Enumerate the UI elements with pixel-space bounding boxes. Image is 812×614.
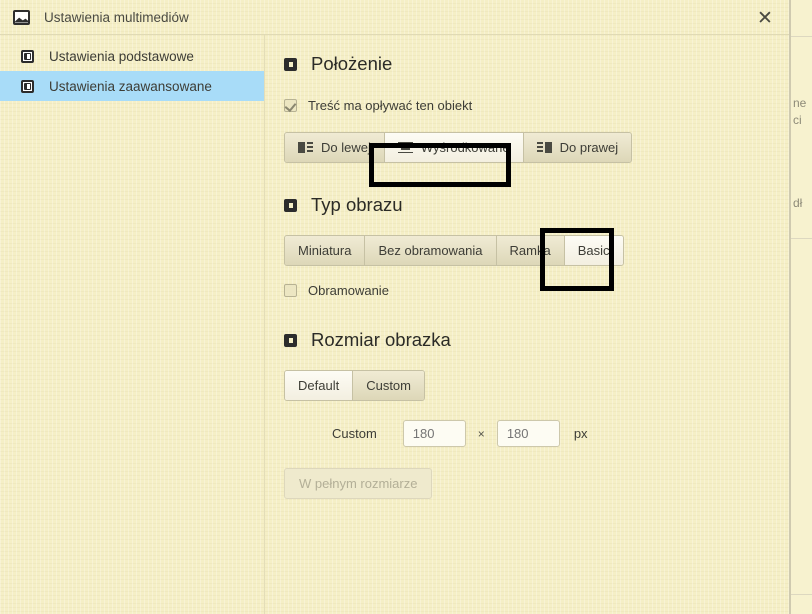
image-type-frame-label: Ramka	[509, 243, 551, 258]
wrap-text-label: Treść ma opływać ten obiekt	[308, 98, 473, 113]
section-square-icon	[284, 198, 297, 212]
size-mode-default-button[interactable]: Default	[285, 371, 354, 400]
height-input[interactable]	[496, 420, 560, 447]
media-settings-dialog: Ustawienia multimediów ✕ Ustawienia pods…	[0, 0, 790, 614]
align-left-button[interactable]: Do lewej	[285, 133, 385, 162]
align-center-icon	[397, 142, 413, 153]
section-header-image-size: Rozmiar obrazka	[284, 329, 789, 351]
settings-sidebar: Ustawienia podstawowe Ustawienia zaawans…	[0, 35, 265, 614]
bg-text-fragment: ne	[793, 96, 807, 110]
bg-divider	[791, 36, 812, 37]
panel-icon	[21, 79, 34, 93]
image-icon	[13, 9, 30, 25]
image-type-button-group: Miniatura Bez obramowania Ramka Basic	[284, 235, 624, 266]
image-type-frame-button[interactable]: Ramka	[496, 236, 565, 265]
alignment-button-group: Do lewej Wyśrodkowane Do prawej	[284, 132, 633, 163]
section-header-image-type: Typ obrazu	[284, 194, 789, 216]
align-left-label: Do lewej	[321, 140, 371, 155]
background-page: ne ci dł	[790, 0, 812, 614]
sidebar-item-label: Ustawienia zaawansowane	[49, 78, 212, 94]
section-square-icon	[284, 333, 297, 347]
image-type-thumbnail-label: Miniatura	[298, 243, 352, 258]
wrap-text-checkbox[interactable]	[284, 99, 297, 112]
alignment-button-group-wrapper: Do lewej Wyśrodkowane Do prawej	[284, 132, 789, 163]
size-unit-label: px	[573, 426, 588, 441]
size-mode-custom-button[interactable]: Custom	[353, 371, 424, 400]
bg-text-fragment: ci	[793, 113, 802, 127]
sidebar-item-label: Ustawienia podstawowe	[49, 48, 194, 64]
section-title: Położenie	[311, 53, 393, 74]
sidebar-item-basic-settings[interactable]: Ustawienia podstawowe	[0, 41, 264, 71]
section-title: Rozmiar obrazka	[311, 329, 451, 350]
size-mode-default-label: Default	[298, 378, 340, 393]
align-right-label: Do prawej	[559, 140, 619, 155]
border-checkbox-row[interactable]: Obramowanie	[284, 283, 789, 298]
full-size-label: W pełnym rozmiarze	[299, 476, 418, 491]
align-center-button[interactable]: Wyśrodkowane	[384, 133, 524, 162]
section-title: Typ obrazu	[311, 194, 403, 215]
image-type-thumbnail-button[interactable]: Miniatura	[285, 236, 366, 265]
size-mode-custom-label: Custom	[366, 378, 411, 393]
size-mode-button-group-wrapper: Default Custom	[284, 370, 789, 401]
align-left-icon	[298, 142, 313, 153]
align-right-button[interactable]: Do prawej	[523, 133, 632, 162]
section-square-icon	[284, 57, 297, 71]
image-type-button-group-wrapper: Miniatura Bez obramowania Ramka Basic	[284, 235, 789, 266]
bg-divider	[791, 594, 812, 595]
full-size-button[interactable]: W pełnym rozmiarze	[284, 468, 433, 499]
dialog-titlebar: Ustawienia multimediów ✕	[0, 0, 789, 35]
dialog-title: Ustawienia multimediów	[44, 9, 189, 25]
bg-divider	[791, 238, 812, 239]
panel-icon	[21, 49, 34, 63]
dialog-body: Ustawienia podstawowe Ustawienia zaawans…	[0, 35, 789, 614]
section-header-position: Położenie	[284, 53, 789, 75]
size-mode-button-group: Default Custom	[284, 370, 425, 401]
image-type-borderless-label: Bez obramowania	[378, 243, 483, 258]
size-separator: ×	[477, 426, 485, 441]
sidebar-item-advanced-settings[interactable]: Ustawienia zaawansowane	[0, 71, 264, 101]
image-type-basic-label: Basic	[577, 243, 610, 258]
bg-text-fragment: dł	[793, 196, 803, 210]
wrap-text-checkbox-row[interactable]: Treść ma opływać ten obiekt	[284, 98, 789, 113]
border-checkbox[interactable]	[284, 284, 297, 297]
image-type-basic-button[interactable]: Basic	[564, 236, 623, 265]
border-label: Obramowanie	[308, 283, 389, 298]
align-center-label: Wyśrodkowane	[420, 140, 510, 155]
custom-size-label: Custom	[332, 426, 377, 441]
width-input[interactable]	[402, 420, 466, 447]
close-icon[interactable]: ✕	[753, 6, 777, 30]
custom-size-row: Custom × px	[284, 420, 789, 447]
settings-content: Położenie Treść ma opływać ten obiekt Do…	[265, 35, 789, 614]
image-type-borderless-button[interactable]: Bez obramowania	[365, 236, 497, 265]
align-right-icon	[536, 142, 552, 153]
